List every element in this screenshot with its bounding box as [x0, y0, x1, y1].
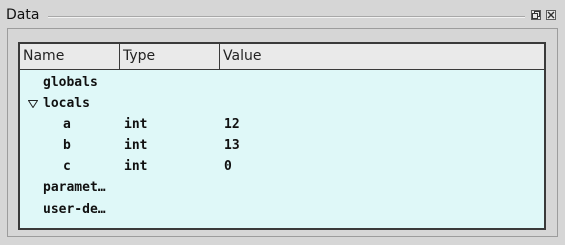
tree-item-label: paramet…: [43, 180, 106, 195]
tree-item-parameters[interactable]: paramet…: [20, 178, 544, 199]
title-separator: [48, 16, 525, 18]
close-button[interactable]: [546, 10, 556, 20]
variables-tree[interactable]: Name Type Value globals locals a int 12 …: [18, 42, 546, 230]
variable-type: int: [124, 138, 148, 153]
variable-name: b: [63, 138, 71, 153]
close-icon: [547, 11, 555, 19]
variable-value: 0: [224, 159, 232, 174]
column-value[interactable]: Value: [220, 44, 544, 69]
variable-row-c[interactable]: c int 0: [20, 157, 544, 178]
tree-item-user-defined[interactable]: user-de…: [20, 200, 544, 221]
tree-item-locals[interactable]: locals: [20, 94, 544, 115]
variable-value: 12: [224, 117, 240, 132]
tree-item-label: globals: [43, 75, 98, 90]
variable-type: int: [124, 117, 148, 132]
column-name[interactable]: Name: [20, 44, 120, 69]
tree-item-label: user-de…: [43, 202, 106, 217]
variable-row-b[interactable]: b int 13: [20, 136, 544, 157]
restore-button[interactable]: [531, 10, 541, 20]
variable-row-a[interactable]: a int 12: [20, 115, 544, 136]
triangle-down-icon[interactable]: [28, 100, 38, 108]
variable-type: int: [124, 159, 148, 174]
variable-name: c: [63, 159, 71, 174]
data-window: Data Name Type Value globals locals a in…: [0, 0, 565, 245]
column-header: Name Type Value: [20, 44, 544, 70]
tree-item-globals[interactable]: globals: [20, 73, 544, 94]
variable-name: a: [63, 117, 71, 132]
variable-value: 13: [224, 138, 240, 153]
tree-item-label: locals: [43, 96, 90, 111]
column-type[interactable]: Type: [120, 44, 220, 69]
window-title: Data: [6, 7, 40, 23]
restore-icon: [532, 11, 540, 19]
